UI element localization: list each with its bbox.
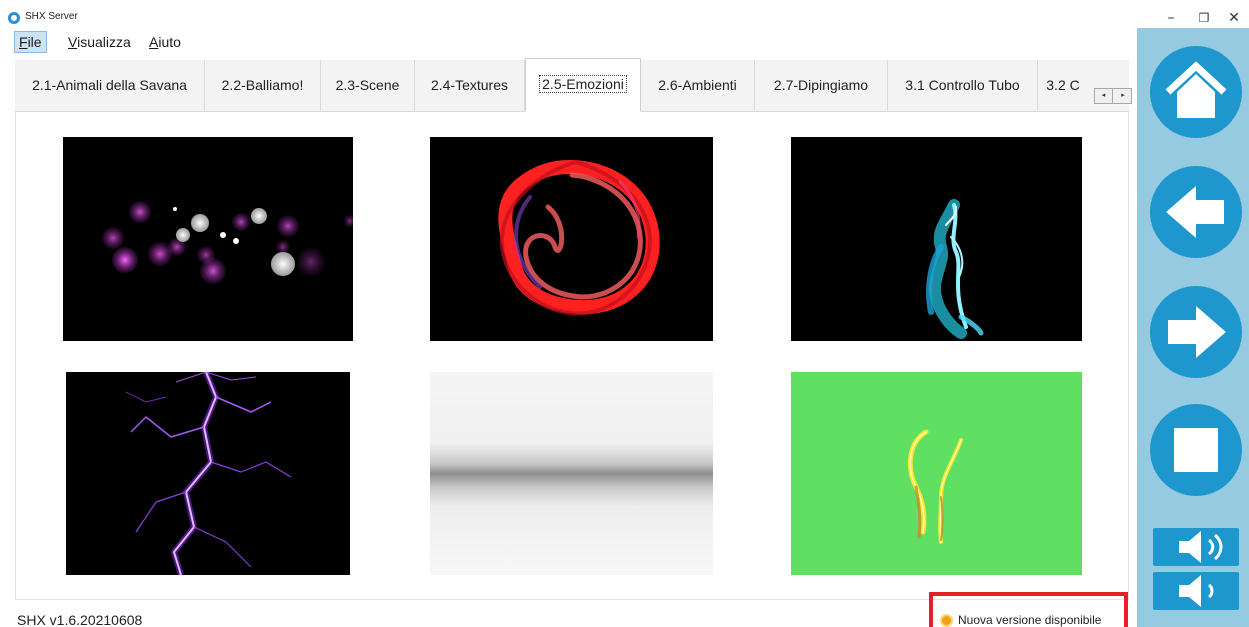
tab-dipingiamo[interactable]: 2.7-Dipingiamo bbox=[755, 60, 888, 111]
purple-lightning-thumbnail[interactable] bbox=[66, 372, 350, 575]
yellow-strokes-thumbnail[interactable] bbox=[791, 372, 1082, 575]
menu-aiuto[interactable]: Aiuto bbox=[145, 31, 185, 53]
tab-ambienti[interactable]: 2.6-Ambienti bbox=[641, 60, 755, 111]
title-bar: SHX Server – ❐ ✕ bbox=[0, 0, 1249, 28]
menu-visualizza[interactable]: Visualizza bbox=[64, 31, 135, 53]
window-title: SHX Server bbox=[25, 11, 78, 22]
volume-up-icon bbox=[1179, 531, 1223, 563]
forward-button[interactable] bbox=[1150, 286, 1242, 378]
stop-button[interactable] bbox=[1150, 404, 1242, 496]
tab-controllo-tubo[interactable]: 3.1 Controllo Tubo bbox=[888, 60, 1038, 111]
purple-lightning-image bbox=[125, 372, 292, 575]
red-ring-thumbnail[interactable] bbox=[430, 137, 713, 341]
update-available-link[interactable]: Nuova versione disponibile bbox=[958, 613, 1101, 627]
stop-icon bbox=[1174, 428, 1218, 472]
menu-file[interactable]: File bbox=[14, 31, 47, 53]
tab-animali-della-savana[interactable]: 2.1-Animali della Savana bbox=[15, 60, 205, 111]
tab-scroll-left-button[interactable]: ◂ bbox=[1095, 89, 1113, 103]
minimize-button[interactable]: – bbox=[1157, 8, 1185, 28]
close-button[interactable]: ✕ bbox=[1220, 8, 1248, 28]
volume-down-icon bbox=[1179, 575, 1214, 607]
grey-band-thumbnail[interactable] bbox=[430, 372, 713, 575]
tab-3-2-partial[interactable]: 3.2 C bbox=[1038, 60, 1088, 111]
app-icon bbox=[8, 12, 20, 24]
yellow-strokes-image bbox=[907, 429, 963, 544]
tab-scene[interactable]: 2.3-Scene bbox=[321, 60, 415, 111]
arrow-right-icon bbox=[1168, 306, 1226, 358]
cyan-smoke-image bbox=[926, 199, 984, 339]
tab-balliamo[interactable]: 2.2-Balliamo! bbox=[205, 60, 321, 111]
pink-bubbles-image bbox=[102, 201, 353, 284]
home-button[interactable] bbox=[1150, 46, 1242, 138]
back-button[interactable] bbox=[1150, 166, 1242, 258]
version-label: SHX v1.6.20210608 bbox=[17, 612, 143, 627]
tab-scroller: ◂ ▸ bbox=[1094, 88, 1132, 104]
cyan-smoke-thumbnail[interactable] bbox=[791, 137, 1082, 341]
pink-bubbles-thumbnail[interactable] bbox=[63, 137, 353, 341]
volume-up-button[interactable] bbox=[1153, 528, 1239, 566]
tab-textures[interactable]: 2.4-Textures bbox=[415, 60, 525, 111]
menu-bar: File Visualizza Aiuto bbox=[0, 31, 1120, 53]
volume-down-button[interactable] bbox=[1153, 572, 1239, 610]
arrow-left-icon bbox=[1166, 186, 1224, 238]
tab-scroll-right-button[interactable]: ▸ bbox=[1114, 89, 1132, 103]
maximize-button[interactable]: ❐ bbox=[1190, 8, 1218, 28]
update-gear-icon bbox=[940, 614, 953, 627]
tab-strip: 2.1-Animali della Savana 2.2-Balliamo! 2… bbox=[15, 58, 1132, 112]
home-icon bbox=[1165, 61, 1227, 118]
red-ring-image bbox=[498, 159, 660, 316]
tab-emozioni[interactable]: 2.5-Emozioni bbox=[525, 58, 641, 112]
